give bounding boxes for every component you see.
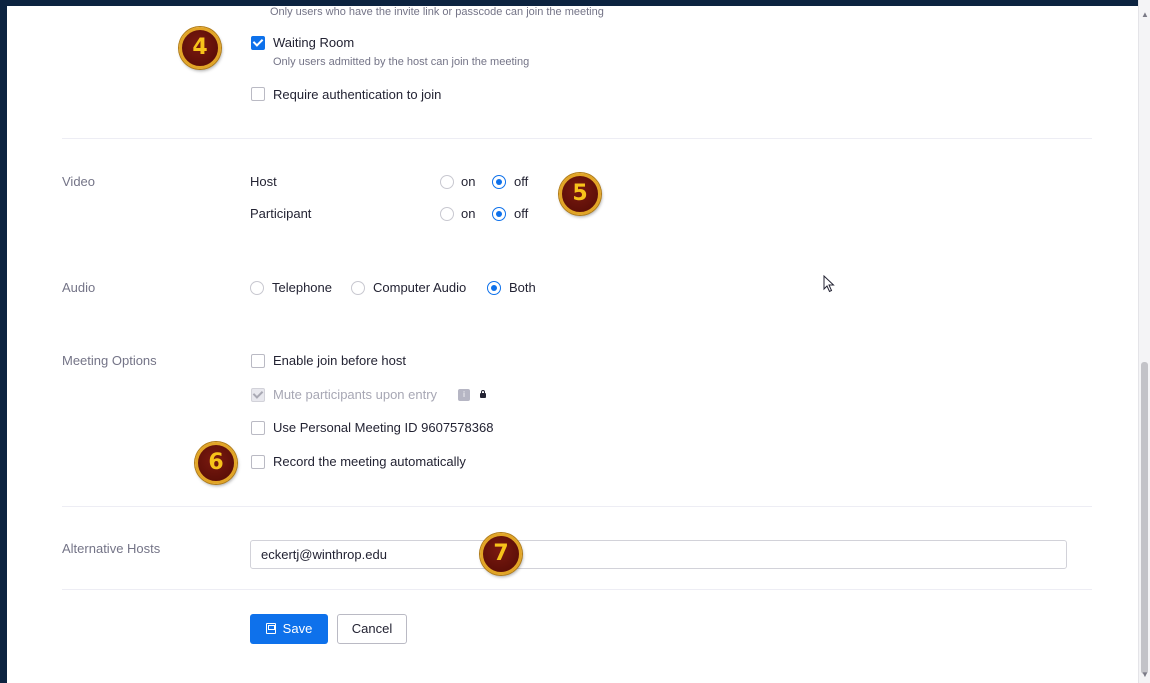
check-icon — [252, 36, 264, 47]
video-host-off-label[interactable]: off — [514, 174, 528, 189]
check-icon — [252, 388, 264, 399]
join-before-host-checkbox[interactable] — [251, 354, 265, 368]
audio-computer-label[interactable]: Computer Audio — [373, 280, 466, 295]
video-host-off-radio[interactable] — [492, 175, 506, 189]
waiting-room-label[interactable]: Waiting Room — [273, 35, 354, 50]
cancel-button[interactable]: Cancel — [337, 614, 407, 644]
require-auth-checkbox[interactable] — [251, 87, 265, 101]
callout-badge-4: 4 — [179, 27, 221, 69]
video-participant-off-label[interactable]: off — [514, 206, 528, 221]
video-host-on-radio[interactable] — [440, 175, 454, 189]
video-host-on-label[interactable]: on — [461, 174, 475, 189]
join-before-host-label[interactable]: Enable join before host — [273, 353, 406, 368]
require-auth-label[interactable]: Require authentication to join — [273, 87, 441, 102]
personal-meeting-id-checkbox[interactable] — [251, 421, 265, 435]
waiting-room-hint: Only users admitted by the host can join… — [273, 56, 530, 68]
mute-on-entry-label: Mute participants upon entry — [273, 387, 438, 402]
mute-on-entry-checkbox — [251, 388, 265, 402]
video-section-label: Video — [62, 174, 96, 189]
section-divider — [62, 589, 1092, 590]
alternative-hosts-input[interactable]: eckertj@winthrop.edu — [250, 540, 1067, 569]
lock-icon — [480, 390, 486, 398]
window-frame-left — [0, 0, 7, 683]
audio-both-label[interactable]: Both — [509, 280, 536, 295]
waiting-room-checkbox[interactable] — [251, 36, 265, 50]
video-participant-on-label[interactable]: on — [461, 206, 475, 221]
info-icon[interactable]: i — [458, 389, 470, 401]
video-participant-label: Participant — [250, 206, 312, 221]
save-icon — [265, 623, 276, 634]
scroll-down-icon[interactable]: ▼ — [1141, 670, 1149, 679]
record-automatically-label[interactable]: Record the meeting automatically — [273, 454, 466, 469]
scrollbar-thumb[interactable] — [1141, 362, 1148, 674]
audio-computer-radio[interactable] — [351, 281, 365, 295]
video-host-label: Host — [250, 174, 277, 189]
video-participant-on-radio[interactable] — [440, 207, 454, 221]
audio-section-label: Audio — [62, 280, 96, 295]
personal-meeting-id-label[interactable]: Use Personal Meeting ID 9607578368 — [273, 420, 493, 435]
audio-both-radio[interactable] — [487, 281, 501, 295]
save-button-label: Save — [282, 621, 313, 636]
passcode-hint: Only users who have the invite link or p… — [270, 6, 604, 18]
record-automatically-checkbox[interactable] — [251, 455, 265, 469]
callout-badge-6: 6 — [195, 442, 237, 484]
video-participant-off-radio[interactable] — [492, 207, 506, 221]
callout-badge-7: 7 — [480, 533, 522, 575]
audio-telephone-label[interactable]: Telephone — [272, 280, 332, 295]
mouse-cursor-icon — [823, 275, 835, 293]
meeting-options-section-label: Meeting Options — [62, 353, 157, 368]
save-button[interactable]: Save — [250, 614, 328, 644]
scroll-up-icon[interactable]: ▲ — [1141, 10, 1149, 19]
section-divider — [62, 138, 1092, 139]
alternative-hosts-label: Alternative Hosts — [62, 541, 161, 556]
audio-telephone-radio[interactable] — [250, 281, 264, 295]
callout-badge-5: 5 — [559, 173, 601, 215]
section-divider — [62, 506, 1092, 507]
